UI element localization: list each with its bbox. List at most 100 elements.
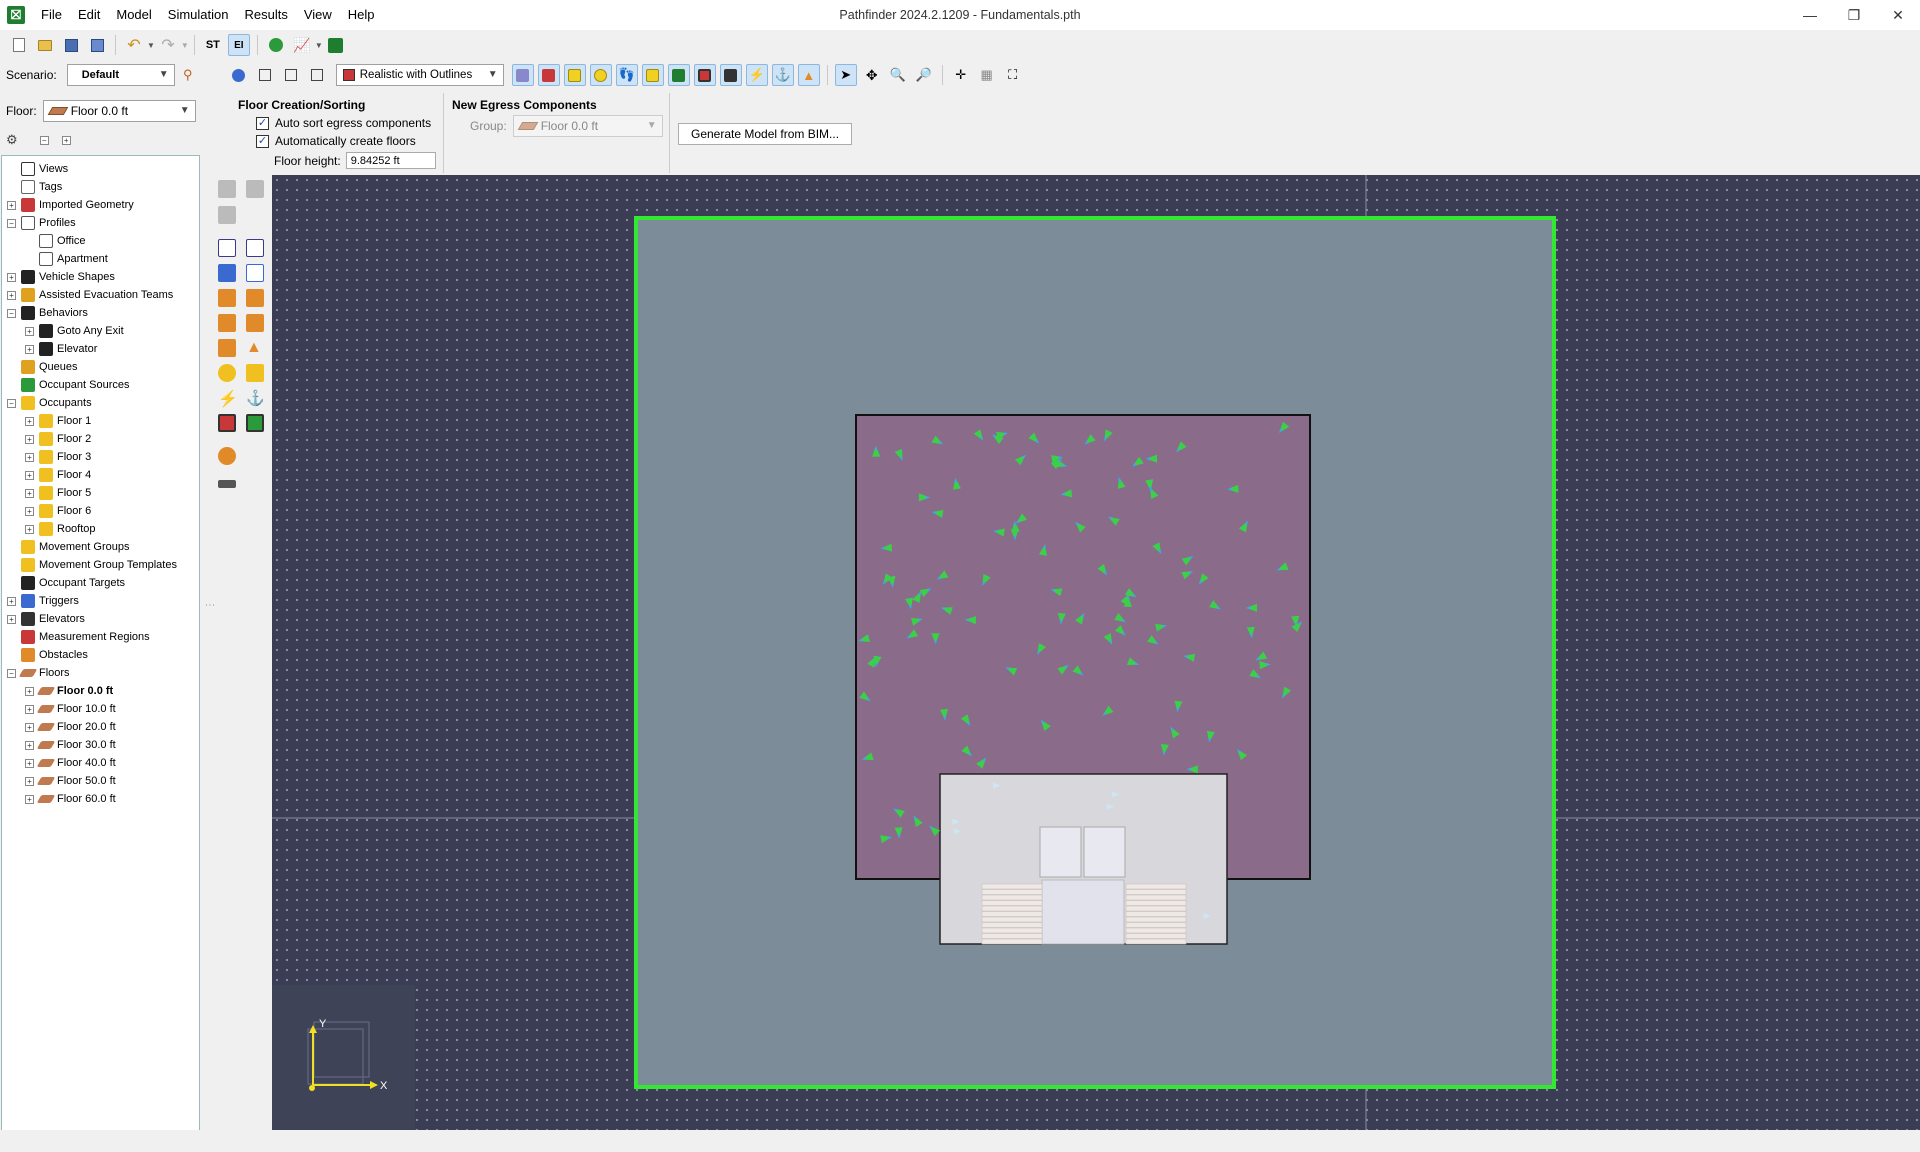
results-dropdown[interactable]: ▼ — [315, 41, 323, 50]
collapse-icon[interactable]: − — [7, 218, 16, 228]
stair-tool[interactable] — [218, 314, 236, 332]
select-tool-button[interactable]: ➤ — [834, 64, 857, 86]
tree-item[interactable]: Movement Groups — [7, 538, 129, 556]
tree-item[interactable]: + Floor 4 — [25, 466, 91, 484]
expand-icon[interactable]: + — [25, 488, 34, 498]
measure-region-tool[interactable] — [218, 414, 236, 432]
steering-mode-button[interactable]: ST — [202, 34, 224, 56]
tree-item[interactable]: + Floor 40.0 ft — [25, 754, 116, 772]
expand-icon[interactable]: + — [25, 758, 34, 768]
elevator-door[interactable] — [1083, 826, 1126, 878]
obstacle-box-tool[interactable] — [218, 339, 236, 357]
expand-icon[interactable]: + — [25, 344, 34, 354]
filter-obstacles-button[interactable]: ▲ — [797, 64, 820, 86]
3d-viewport[interactable] — [272, 175, 1920, 1130]
tree-item[interactable]: + Floor 50.0 ft — [25, 772, 116, 790]
expand-icon[interactable]: + — [25, 416, 34, 426]
expand-icon[interactable]: + — [25, 452, 34, 462]
collapse-icon[interactable]: − — [7, 308, 16, 318]
auto-create-checkbox[interactable]: ✓ Automatically create floors — [256, 132, 436, 150]
expand-all-button[interactable]: + — [61, 135, 71, 145]
stair-steps[interactable] — [1125, 883, 1187, 945]
filter-sources-button[interactable] — [667, 64, 690, 86]
wall-tool[interactable] — [218, 264, 236, 282]
tree-item[interactable]: Occupant Sources — [7, 376, 130, 394]
pan-tool-button[interactable]: ✥ — [861, 64, 883, 86]
tree-item[interactable]: + Assisted Evacuation Teams — [7, 286, 173, 304]
expand-icon[interactable]: + — [25, 326, 34, 336]
door-tool[interactable] — [218, 289, 236, 307]
filter-measure-button[interactable] — [693, 64, 716, 86]
target-tool[interactable]: ⚓ — [246, 389, 265, 407]
tree-item[interactable]: Apartment — [25, 250, 108, 268]
filter-tree-icon[interactable]: ⚙ — [6, 132, 18, 148]
save-as-button[interactable] — [86, 34, 108, 56]
expand-icon[interactable]: + — [7, 614, 16, 624]
tree-item[interactable]: + Elevator — [25, 340, 97, 358]
expand-icon[interactable]: + — [7, 272, 16, 282]
menu-results[interactable]: Results — [236, 0, 295, 30]
view-copy-button[interactable] — [254, 64, 276, 86]
snap-button[interactable]: ✛ — [950, 64, 972, 86]
menu-model[interactable]: Model — [108, 0, 159, 30]
expand-icon[interactable]: + — [25, 470, 34, 480]
copy-tool[interactable] — [246, 180, 264, 198]
model-canvas[interactable] — [272, 175, 1920, 1130]
filter-targets-button[interactable] — [719, 64, 742, 86]
ramp-tool[interactable] — [246, 314, 264, 332]
warning-cone-tool[interactable]: ▲ — [246, 339, 264, 357]
tree-item[interactable]: + Floor 30.0 ft — [25, 736, 116, 754]
expand-icon[interactable]: + — [25, 686, 34, 696]
polygon-room-tool[interactable] — [218, 239, 236, 257]
tree-item[interactable]: Obstacles — [7, 646, 88, 664]
tree-item[interactable]: + Floor 2 — [25, 430, 91, 448]
tree-item[interactable]: + Elevators — [7, 610, 85, 628]
auto-sort-checkbox[interactable]: ✓ Auto sort egress components — [256, 114, 436, 132]
grid-button[interactable]: ▦ — [976, 64, 998, 86]
restore-button[interactable]: ❐ — [1832, 0, 1876, 30]
filter-triggers-button[interactable]: ⚡ — [745, 64, 768, 86]
expand-icon[interactable]: + — [25, 776, 34, 786]
elevator-door[interactable] — [1039, 826, 1082, 878]
filter-occupants-button[interactable] — [589, 64, 612, 86]
view-side-button[interactable] — [306, 64, 328, 86]
expand-icon[interactable]: + — [25, 722, 34, 732]
zoom-tool-button[interactable]: 🔍 — [887, 64, 909, 86]
tree-item[interactable]: − Floors — [7, 664, 70, 682]
zoom-extents-button[interactable]: ⛶ — [1002, 64, 1024, 86]
filter-target-marker-button[interactable]: ⚓ — [771, 64, 794, 86]
floor-height-input[interactable] — [345, 152, 436, 169]
occupant-group-tool[interactable] — [246, 364, 264, 382]
group-select[interactable]: Floor 0.0 ft ▼ — [512, 115, 663, 137]
view-mode-select[interactable]: Realistic with Outlines ▼ — [335, 64, 504, 86]
tree-item[interactable]: − Behaviors — [7, 304, 88, 322]
filter-behaviors-button[interactable]: 👣 — [615, 64, 638, 86]
view-front-button[interactable] — [280, 64, 302, 86]
expand-icon[interactable]: + — [25, 434, 34, 444]
filter-doors-button[interactable] — [563, 64, 586, 86]
tree-item[interactable]: + Floor 20.0 ft — [25, 718, 116, 736]
tree-item[interactable]: + Floor 3 — [25, 448, 91, 466]
elevator-tool[interactable] — [218, 447, 236, 465]
view-results-button[interactable] — [325, 34, 347, 56]
redo-dropdown[interactable]: ▼ — [181, 41, 189, 50]
collapse-all-button[interactable]: − — [39, 135, 49, 145]
extract-room-tool[interactable] — [246, 264, 264, 282]
menu-edit[interactable]: Edit — [70, 0, 108, 30]
measure-tool[interactable] — [218, 480, 236, 488]
expand-icon[interactable]: + — [7, 200, 16, 210]
collapse-icon[interactable]: − — [7, 398, 16, 408]
menu-help[interactable]: Help — [340, 0, 383, 30]
menu-file[interactable]: File — [33, 0, 70, 30]
open-file-button[interactable] — [34, 34, 56, 56]
expand-icon[interactable]: + — [25, 794, 34, 804]
filter-groups-button[interactable] — [641, 64, 664, 86]
transform-tool[interactable] — [218, 180, 236, 198]
results-button[interactable]: 📈 — [291, 34, 313, 56]
view-3d-button[interactable] — [228, 64, 250, 86]
expand-icon[interactable]: + — [7, 596, 16, 606]
tree-item[interactable]: − Profiles — [7, 214, 76, 232]
filter-geometry-button[interactable] — [537, 64, 560, 86]
tree-item[interactable]: + Vehicle Shapes — [7, 268, 115, 286]
door-edge-tool[interactable] — [246, 289, 264, 307]
